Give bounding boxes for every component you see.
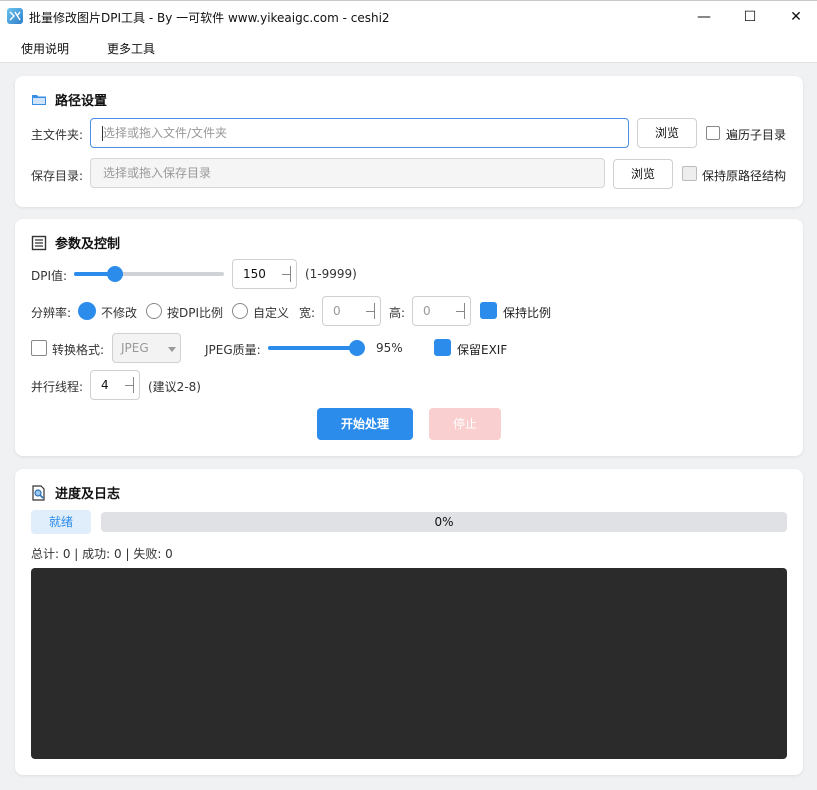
height-stepper-icon[interactable] [452,297,470,325]
progress-bar: 0% [101,512,787,532]
width-label: 宽: [299,306,316,320]
dpi-range-hint: (1-9999) [305,267,357,281]
document-search-icon [31,484,47,501]
convert-format-checkbox[interactable] [31,340,47,356]
save-dir-input[interactable]: 选择或拖入保存目录 [90,158,605,188]
app-logo-icon [7,8,23,24]
keep-exif-label: 保留EXIF [457,343,508,357]
main-folder-label: 主文件夹: [31,128,84,142]
res-option-unchanged: 不修改 [101,306,138,320]
jpeg-quality-slider-handle[interactable] [349,340,365,356]
save-browse-button[interactable]: 浏览 [613,159,673,189]
progress-card: 进度及日志 就绪 0% 总计: 0 | 成功: 0 | 失败: 0 [15,469,803,775]
format-value: JPEG [121,341,149,355]
log-output[interactable] [31,568,787,759]
width-value: 0 [333,304,341,318]
params-card: 参数及控制 DPI值: 150 (1-9999) 分辨率: 不修改 按DPI比例… [15,219,803,456]
format-select[interactable]: JPEG [112,333,181,363]
title-bar: 批量修改图片DPI工具 - By 一可软件 www.yikeaigc.com -… [0,0,817,33]
menu-bar: 使用说明 更多工具 [0,32,817,63]
summary-text: 总计: 0 | 成功: 0 | 失败: 0 [31,547,173,561]
jpeg-quality-slider[interactable] [268,340,365,356]
menu-item-help[interactable]: 使用说明 [21,40,69,57]
maximize-button[interactable]: ☐ [727,1,773,33]
save-dir-placeholder: 选择或拖入保存目录 [103,166,212,180]
height-label: 高: [389,306,406,320]
progress-title: 进度及日志 [55,487,121,502]
minimize-icon: — [697,9,711,25]
maximize-icon: ☐ [743,9,757,25]
convert-format-label: 转换格式: [52,343,105,357]
path-settings-card: 路径设置 主文件夹: 选择或拖入文件/文件夹 浏览 遍历子目录 保存目录: 选择… [15,76,803,207]
main-browse-button[interactable]: 浏览 [637,118,697,148]
res-option-custom: 自定义 [253,306,290,320]
threads-label: 并行线程: [31,380,84,394]
progress-percent: 0% [434,515,454,529]
progress-heading: 进度及日志 [31,483,120,502]
res-option-dpi-ratio: 按DPI比例 [167,306,224,320]
dpi-slider-handle[interactable] [107,266,123,282]
main-folder-input[interactable]: 选择或拖入文件/文件夹 [90,118,629,148]
path-settings-heading: 路径设置 [31,90,107,109]
keep-structure-checkbox[interactable] [682,166,697,181]
keep-structure-label: 保持原路径结构 [702,169,787,183]
dpi-value: 150 [243,267,266,281]
close-button[interactable]: ✕ [773,1,817,33]
res-radio-dpi-ratio[interactable] [146,303,162,319]
width-stepper-icon[interactable] [362,297,380,325]
width-spinbox[interactable]: 0 [322,296,381,326]
recurse-subdirs-label: 遍历子目录 [726,128,787,142]
recurse-subdirs-checkbox[interactable] [706,126,720,140]
main-folder-placeholder: 选择或拖入文件/文件夹 [103,126,228,140]
params-heading: 参数及控制 [31,233,120,252]
minimize-button[interactable]: — [681,1,727,33]
status-badge: 就绪 [31,510,91,534]
threads-stepper-icon[interactable] [121,371,139,399]
res-radio-custom[interactable] [232,303,248,319]
resolution-label: 分辨率: [31,306,72,320]
stop-button[interactable]: 停止 [429,408,501,440]
res-radio-unchanged[interactable] [78,302,96,320]
chevron-down-icon [168,347,176,352]
window-title: 批量修改图片DPI工具 - By 一可软件 www.yikeaigc.com -… [29,11,390,25]
start-button[interactable]: 开始处理 [317,408,413,440]
threads-spinbox[interactable]: 4 [90,370,140,400]
close-icon: ✕ [790,9,802,25]
height-spinbox[interactable]: 0 [412,296,471,326]
keep-exif-checkbox[interactable] [434,339,451,356]
folder-icon [31,92,47,108]
keep-ratio-checkbox[interactable] [480,302,497,319]
dpi-stepper-icon[interactable] [278,260,296,288]
jpeg-quality-slider-fill [268,346,357,350]
list-icon [31,235,47,251]
dpi-slider[interactable] [74,266,224,282]
height-value: 0 [423,304,431,318]
threads-value: 4 [101,378,109,392]
keep-ratio-label: 保持比例 [503,306,552,320]
params-title: 参数及控制 [55,237,121,252]
menu-item-more-tools[interactable]: 更多工具 [107,40,155,57]
jpeg-quality-label: JPEG质量: [205,343,261,357]
save-dir-label: 保存目录: [31,169,84,183]
dpi-label: DPI值: [31,269,68,283]
jpeg-quality-value: 95% [376,341,403,355]
path-settings-title: 路径设置 [55,94,108,109]
text-caret [102,126,103,141]
threads-hint: (建议2-8) [148,380,201,394]
dpi-spinbox[interactable]: 150 [232,259,297,289]
